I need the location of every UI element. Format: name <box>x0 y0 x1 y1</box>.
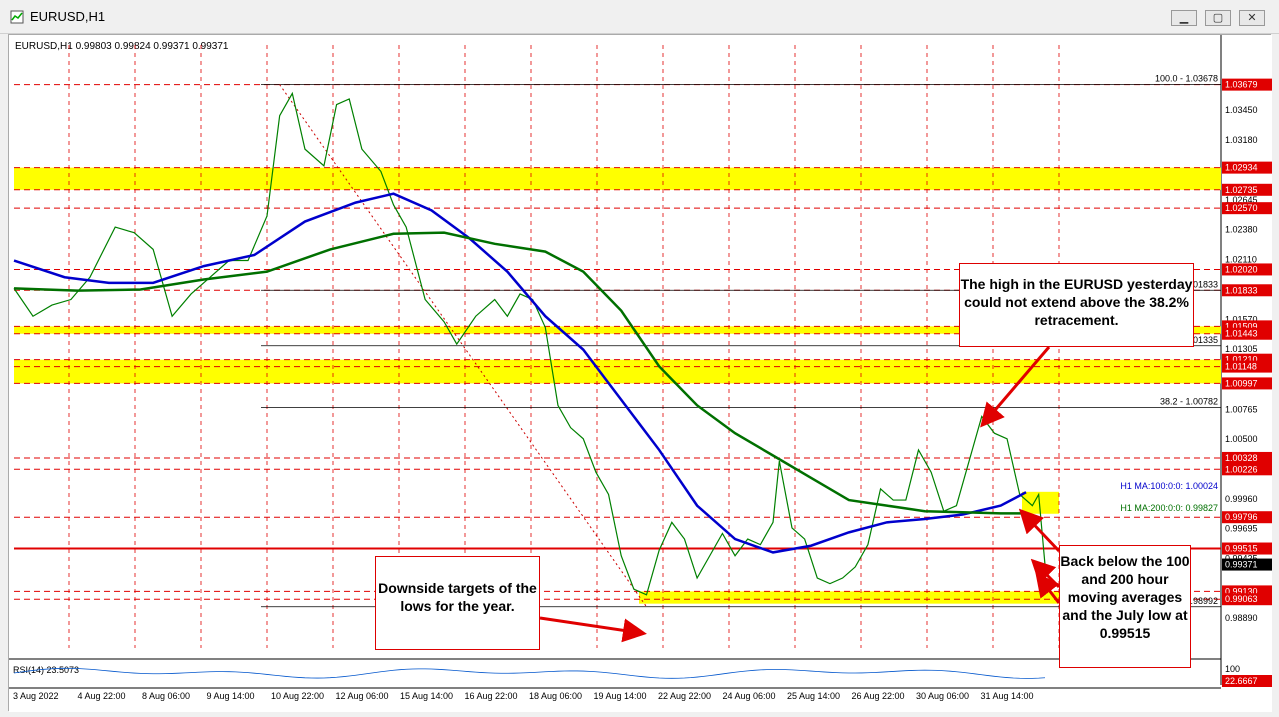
support-resistance-zone <box>14 167 1221 190</box>
x-tick-label: 19 Aug 14:00 <box>594 691 647 701</box>
maximize-button[interactable]: ▢ <box>1205 10 1231 26</box>
window-title: EURUSD,H1 <box>30 9 106 24</box>
fib-label: 100.0 - 1.03678 <box>1155 74 1218 84</box>
level-price-tag: 1.03679 <box>1222 78 1272 91</box>
level-price-tag-text: 1.00997 <box>1225 378 1258 388</box>
support-resistance-zone <box>639 591 1059 604</box>
level-price-tag-text: 1.01148 <box>1225 362 1257 372</box>
current-price-tag-text: 0.99371 <box>1225 560 1258 570</box>
x-tick-label: 30 Aug 06:00 <box>916 691 969 701</box>
level-price-tag: 1.02020 <box>1222 263 1272 276</box>
level-price-tag: 1.02735 <box>1222 183 1272 196</box>
symbol-info: EURUSD,H1 0.99803 0.99824 0.99371 0.9937… <box>15 41 229 52</box>
level-price-tag: 1.02570 <box>1222 202 1272 215</box>
level-price-tag: 1.01443 <box>1222 327 1272 340</box>
chart-window[interactable]: EURUSD,H1 0.99803 0.99824 0.99371 0.9937… <box>8 34 1272 712</box>
rsi-value-text: 22.6667 <box>1225 676 1258 686</box>
x-tick-label: 3 Aug 2022 <box>13 691 59 701</box>
x-tick-label: 8 Aug 06:00 <box>142 691 190 701</box>
level-price-tag: 1.01833 <box>1222 284 1272 297</box>
y-tick-label: 1.02380 <box>1225 224 1258 234</box>
y-tick-label: 0.99695 <box>1225 523 1258 533</box>
level-price-tag: 0.99796 <box>1222 511 1272 524</box>
minimize-button[interactable]: ▁ <box>1171 10 1197 26</box>
y-tick-label: 1.00765 <box>1225 404 1258 414</box>
y-tick-label: 0.99960 <box>1225 494 1258 504</box>
level-price-tag: 1.00226 <box>1222 463 1272 476</box>
x-tick-label: 22 Aug 22:00 <box>658 691 711 701</box>
level-price-tag-text: 1.01443 <box>1225 329 1258 339</box>
x-tick-label: 26 Aug 22:00 <box>852 691 905 701</box>
ma-label: H1 MA:100:0:0: 1.00024 <box>1120 481 1218 491</box>
level-price-tag-text: 1.02934 <box>1225 163 1258 173</box>
level-price-tag-text: 1.01833 <box>1225 285 1258 295</box>
level-price-tag-text: 1.02020 <box>1225 264 1258 274</box>
level-price-tag-text: 1.02735 <box>1225 185 1258 195</box>
y-tick-label: 1.03450 <box>1225 105 1258 115</box>
level-price-tag-text: 1.00226 <box>1225 464 1258 474</box>
level-price-tag-text: 1.00328 <box>1225 453 1258 463</box>
x-tick-label: 9 Aug 14:00 <box>207 691 255 701</box>
y-tick-label: 1.00500 <box>1225 434 1258 444</box>
rsi-label: RSI(14) 23.5073 <box>13 665 79 675</box>
y-tick-label: 0.98890 <box>1225 613 1258 623</box>
rsi-max-label: 100 <box>1225 664 1240 674</box>
fib-label: 38.2 - 1.00782 <box>1160 396 1218 406</box>
close-button[interactable]: ✕ <box>1239 10 1265 26</box>
level-price-tag-text: 1.02570 <box>1225 203 1258 213</box>
x-tick-label: 4 Aug 22:00 <box>78 691 126 701</box>
x-tick-label: 25 Aug 14:00 <box>787 691 840 701</box>
x-tick-label: 31 Aug 14:00 <box>981 691 1034 701</box>
level-price-tag-text: 1.03679 <box>1225 80 1258 90</box>
x-tick-label: 16 Aug 22:00 <box>465 691 518 701</box>
close-icon: ✕ <box>1247 11 1257 24</box>
x-tick-label: 15 Aug 14:00 <box>400 691 453 701</box>
minimize-icon: ▁ <box>1179 11 1189 24</box>
level-price-tag: 1.00997 <box>1222 377 1272 390</box>
x-tick-label: 12 Aug 06:00 <box>336 691 389 701</box>
callout-moving-averages: Back below the 100 and 200 hour moving a… <box>1059 545 1191 668</box>
callout-downside-targets: Downside targets of the lows for the yea… <box>375 556 540 650</box>
maximize-icon: ▢ <box>1212 11 1224 24</box>
callout-retracement: The high in the EURUSD yesterday could n… <box>959 263 1194 347</box>
y-tick-label: 1.01305 <box>1225 344 1258 354</box>
level-price-tag: 1.01148 <box>1222 360 1272 373</box>
level-price-tag-text: 0.99063 <box>1225 594 1258 604</box>
y-tick-label: 1.03180 <box>1225 135 1258 145</box>
x-tick-label: 24 Aug 06:00 <box>723 691 776 701</box>
level-price-tag-text: 0.99796 <box>1225 512 1258 522</box>
x-tick-label: 10 Aug 22:00 <box>271 691 324 701</box>
y-tick-label: 1.02110 <box>1225 254 1257 264</box>
chart-window-icon <box>10 10 24 24</box>
support-resistance-zone <box>14 359 1221 384</box>
july-low-tag-text: 0.99515 <box>1225 544 1258 554</box>
window-titlebar: EURUSD,H1 ▁ ▢ ✕ <box>0 0 1279 34</box>
level-price-tag: 1.02934 <box>1222 161 1272 174</box>
level-price-tag: 1.00328 <box>1222 451 1272 464</box>
x-tick-label: 18 Aug 06:00 <box>529 691 582 701</box>
ma-label: H1 MA:200:0:0: 0.99827 <box>1120 503 1218 513</box>
level-price-tag: 0.99063 <box>1222 593 1272 606</box>
